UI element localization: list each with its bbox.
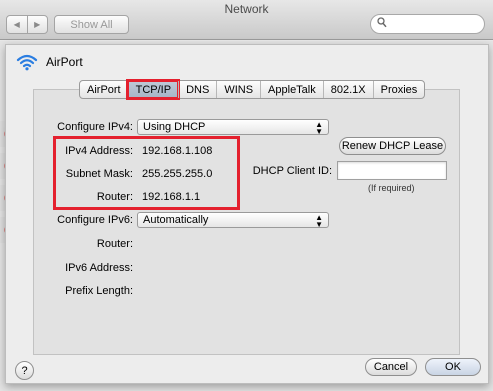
tab-tcpip[interactable]: TCP/IP: [125, 79, 181, 100]
tab-proxies[interactable]: Proxies: [372, 81, 425, 98]
tab-dns[interactable]: DNS: [178, 81, 216, 98]
tab-appletalk[interactable]: AppleTalk: [260, 81, 323, 98]
tab-bar: AirPort TCP/IP DNS WINS AppleTalk 802.1X…: [79, 79, 426, 100]
popup-arrows-icon: ▲ ▼: [315, 120, 323, 136]
configure-ipv6-value: Automatically: [143, 214, 209, 226]
cancel-button[interactable]: Cancel: [365, 358, 417, 376]
title-bar: Network ◀ ▶ Show All: [0, 0, 493, 40]
configure-ipv4-label: Configure IPv4:: [57, 121, 133, 133]
popup-arrows-icon: ▲ ▼: [315, 213, 323, 229]
back-arrow-icon: ◀: [13, 20, 20, 29]
tab-8021x[interactable]: 802.1X: [322, 81, 373, 98]
dhcp-client-id-label: DHCP Client ID:: [252, 165, 332, 177]
ipv6-address-label: IPv6 Address:: [65, 262, 133, 274]
dhcp-client-id-field[interactable]: [337, 161, 447, 180]
nav-buttons: ◀ ▶: [6, 15, 48, 34]
ipv4-address-value: 192.168.1.108: [142, 145, 213, 157]
sheet-header: AirPort: [16, 53, 83, 71]
subnet-mask-value: 255.255.255.0: [142, 168, 213, 180]
ipv6-router-label: Router:: [96, 238, 133, 250]
ipv4-address-label: IPv4 Address:: [65, 145, 133, 157]
renew-dhcp-lease-button[interactable]: Renew DHCP Lease: [339, 137, 446, 155]
dhcp-client-id-hint: (If required): [368, 183, 415, 193]
configure-ipv6-popup[interactable]: Automatically ▲ ▼: [137, 212, 329, 229]
search-input[interactable]: [391, 17, 479, 31]
forward-button[interactable]: ▶: [26, 16, 48, 33]
forward-arrow-icon: ▶: [34, 20, 41, 29]
interface-name: AirPort: [46, 55, 83, 69]
subnet-mask-label: Subnet Mask:: [65, 168, 133, 180]
tab-airport[interactable]: AirPort: [80, 81, 128, 98]
advanced-settings-sheet: AirPort AirPort TCP/IP DNS WINS AppleTal…: [5, 44, 489, 384]
ok-button[interactable]: OK: [425, 358, 481, 376]
search-icon: [377, 17, 387, 31]
configure-ipv6-label: Configure IPv6:: [57, 214, 133, 226]
configure-ipv4-value: Using DHCP: [143, 121, 206, 133]
configure-ipv4-popup[interactable]: Using DHCP ▲ ▼: [137, 119, 329, 136]
show-all-button[interactable]: Show All: [54, 15, 129, 34]
network-preferences-window: Network ◀ ▶ Show All AirPort AirPort TCP…: [0, 0, 493, 391]
tab-wins[interactable]: WINS: [216, 81, 260, 98]
back-button[interactable]: ◀: [7, 16, 27, 33]
wifi-icon: [16, 54, 38, 71]
help-button[interactable]: ?: [15, 361, 34, 380]
prefix-length-label: Prefix Length:: [65, 285, 133, 297]
search-field[interactable]: [370, 14, 485, 34]
router-value: 192.168.1.1: [142, 191, 201, 203]
router-label: Router:: [96, 191, 133, 203]
